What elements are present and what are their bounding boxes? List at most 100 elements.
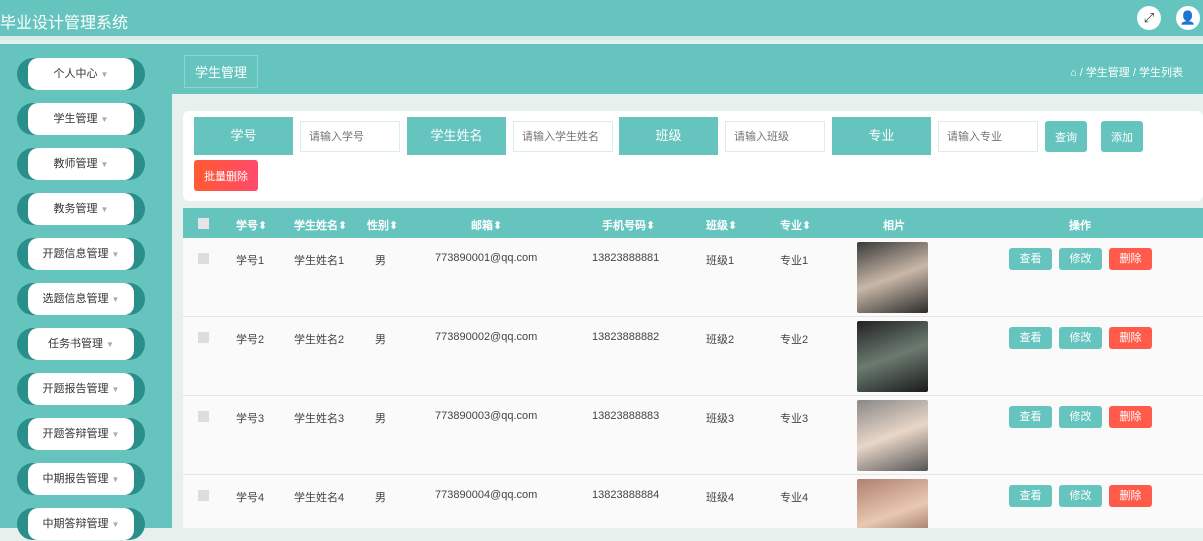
sidebar-item-pill[interactable]: 选题信息管理 ▼ bbox=[28, 283, 134, 315]
breadcrumb-sep: / bbox=[1132, 67, 1136, 79]
row-checkbox[interactable] bbox=[198, 253, 209, 264]
sidebar-item[interactable]: 任务书管理 ▼ bbox=[17, 328, 145, 360]
row-checkbox[interactable] bbox=[198, 490, 209, 501]
student-name-input[interactable] bbox=[513, 121, 613, 152]
view-button[interactable]: 查看 bbox=[1009, 327, 1052, 349]
edit-button[interactable]: 修改 bbox=[1059, 406, 1102, 428]
sidebar-item-label: 中期答辩管理 bbox=[42, 518, 109, 530]
col-header[interactable]: 邮箱⬍ bbox=[471, 217, 502, 233]
edit-button[interactable]: 修改 bbox=[1059, 485, 1102, 507]
student-id-input[interactable] bbox=[300, 121, 400, 152]
page-title: 学生管理 bbox=[184, 55, 259, 88]
sidebar-item-label: 任务书管理 bbox=[48, 338, 104, 350]
delete-button[interactable]: 删除 bbox=[1109, 327, 1152, 349]
user-icon[interactable]: 👤 bbox=[1176, 6, 1200, 30]
sidebar-item-label: 教务管理 bbox=[53, 203, 98, 215]
sidebar-item-pill[interactable]: 开题答辩管理 ▼ bbox=[28, 418, 134, 450]
col-header[interactable]: 专业⬍ bbox=[780, 217, 811, 233]
cell-name: 学生姓名2 bbox=[294, 334, 345, 346]
query-button[interactable]: 查询 bbox=[1045, 121, 1087, 152]
row-checkbox[interactable] bbox=[198, 332, 209, 343]
sidebar-item[interactable]: 开题信息管理 ▼ bbox=[17, 238, 145, 270]
col-header[interactable]: 班级⬍ bbox=[706, 217, 737, 233]
table-header: 学号⬍ 学生姓名⬍ 性别⬍ 邮箱⬍ 手机号码⬍ 班级⬍ 专业⬍ 相片 操作 bbox=[183, 208, 1203, 238]
cell-class: 班级1 bbox=[706, 255, 735, 267]
student-photo bbox=[857, 321, 928, 392]
caret-down-icon: ▼ bbox=[111, 250, 120, 259]
delete-button[interactable]: 删除 bbox=[1109, 485, 1152, 507]
table-row: 学号1 学生姓名1 男 773890001@qq.com 13823888881 班级1 专… bbox=[183, 238, 1203, 317]
caret-down-icon: ▼ bbox=[111, 295, 120, 304]
delete-button[interactable]: 删除 bbox=[1109, 406, 1152, 428]
edit-button[interactable]: 修改 bbox=[1059, 327, 1102, 349]
sidebar-item-pill[interactable]: 教务管理 ▼ bbox=[28, 193, 134, 225]
sidebar-item-pill[interactable]: 开题信息管理 ▼ bbox=[28, 238, 134, 270]
batch-delete-button[interactable]: 批量删除 bbox=[194, 160, 258, 191]
edit-button[interactable]: 修改 bbox=[1059, 248, 1102, 270]
sidebar-item-label: 中期报告管理 bbox=[42, 473, 109, 485]
col-header[interactable]: 手机号码⬍ bbox=[602, 217, 655, 233]
sidebar-item-label: 开题报告管理 bbox=[42, 383, 109, 395]
major-input[interactable] bbox=[938, 121, 1038, 152]
breadcrumb: ⌂ / 学生管理 / 学生列表 bbox=[1070, 64, 1183, 80]
view-button[interactable]: 查看 bbox=[1009, 248, 1052, 270]
breadcrumb-item: 学生列表 bbox=[1139, 67, 1183, 79]
cell-name: 学生姓名4 bbox=[294, 492, 345, 504]
caret-down-icon: ▼ bbox=[100, 160, 109, 169]
caret-down-icon: ▼ bbox=[111, 430, 120, 439]
class-input[interactable] bbox=[725, 121, 825, 152]
cell-phone: 13823888884 bbox=[592, 489, 660, 501]
sidebar-item[interactable]: 教务管理 ▼ bbox=[17, 193, 145, 225]
sidebar-item-label: 选题信息管理 bbox=[42, 293, 109, 305]
home-icon[interactable]: ⌂ bbox=[1070, 67, 1077, 79]
sidebar-item[interactable]: 个人中心 ▼ bbox=[17, 58, 145, 90]
cell-major: 专业4 bbox=[780, 492, 809, 504]
cell-email: 773890001@qq.com bbox=[435, 252, 538, 264]
table-row: 学号4 学生姓名4 男 773890004@qq.com 13823888884 班级4 专… bbox=[183, 475, 1203, 528]
caret-down-icon: ▼ bbox=[111, 475, 120, 484]
sidebar-item[interactable]: 开题答辩管理 ▼ bbox=[17, 418, 145, 450]
sidebar-item-pill[interactable]: 中期报告管理 ▼ bbox=[28, 463, 134, 495]
col-header: 相片 bbox=[883, 220, 905, 232]
col-header[interactable]: 学生姓名⬍ bbox=[294, 217, 347, 233]
sidebar-item[interactable]: 中期答辩管理 ▼ bbox=[17, 508, 145, 540]
sidebar-item-pill[interactable]: 开题报告管理 ▼ bbox=[28, 373, 134, 405]
fullscreen-icon[interactable]: ⤢ bbox=[1137, 6, 1161, 30]
sidebar-item-pill[interactable]: 个人中心 ▼ bbox=[28, 58, 134, 90]
cell-phone: 13823888882 bbox=[592, 331, 660, 343]
breadcrumb-item[interactable]: 学生管理 bbox=[1086, 67, 1130, 79]
student-photo bbox=[857, 479, 928, 528]
sidebar-item-pill[interactable]: 学生管理 ▼ bbox=[28, 103, 134, 135]
sidebar-item-pill[interactable]: 任务书管理 ▼ bbox=[28, 328, 134, 360]
add-button[interactable]: 添加 bbox=[1101, 121, 1143, 152]
sidebar-item-pill[interactable]: 教师管理 ▼ bbox=[28, 148, 134, 180]
sidebar-item[interactable]: 选题信息管理 ▼ bbox=[17, 283, 145, 315]
label-student-id: 学号 bbox=[194, 117, 293, 155]
col-header[interactable]: 性别⬍ bbox=[367, 217, 398, 233]
caret-down-icon: ▼ bbox=[100, 70, 109, 79]
sidebar-item[interactable]: 开题报告管理 ▼ bbox=[17, 373, 145, 405]
sidebar-item-label: 教师管理 bbox=[53, 158, 98, 170]
sidebar-item-label: 个人中心 bbox=[53, 68, 98, 80]
col-header[interactable]: 学号⬍ bbox=[236, 217, 267, 233]
view-button[interactable]: 查看 bbox=[1009, 485, 1052, 507]
breadcrumb-sep: / bbox=[1079, 67, 1083, 79]
student-photo bbox=[857, 242, 928, 313]
sidebar-item[interactable]: 学生管理 ▼ bbox=[17, 103, 145, 135]
view-button[interactable]: 查看 bbox=[1009, 406, 1052, 428]
cell-email: 773890004@qq.com bbox=[435, 489, 538, 501]
sidebar-item[interactable]: 教师管理 ▼ bbox=[17, 148, 145, 180]
caret-down-icon: ▼ bbox=[100, 115, 109, 124]
sidebar-item-pill[interactable]: 中期答辩管理 ▼ bbox=[28, 508, 134, 540]
sidebar-item[interactable]: 中期报告管理 ▼ bbox=[17, 463, 145, 495]
delete-button[interactable]: 删除 bbox=[1109, 248, 1152, 270]
search-panel: 学号 学生姓名 班级 专业 查询 添加 批量删除 bbox=[183, 111, 1203, 201]
app-title: 毕业设计管理系统 bbox=[0, 15, 129, 32]
row-checkbox[interactable] bbox=[198, 411, 209, 422]
sidebar-item-label: 开题答辩管理 bbox=[42, 428, 109, 440]
cell-gender: 男 bbox=[375, 413, 386, 425]
select-all-checkbox[interactable] bbox=[198, 218, 209, 229]
label-student-name: 学生姓名 bbox=[407, 117, 506, 155]
cell-phone: 13823888883 bbox=[592, 410, 660, 422]
cell-id: 学号1 bbox=[236, 255, 265, 267]
